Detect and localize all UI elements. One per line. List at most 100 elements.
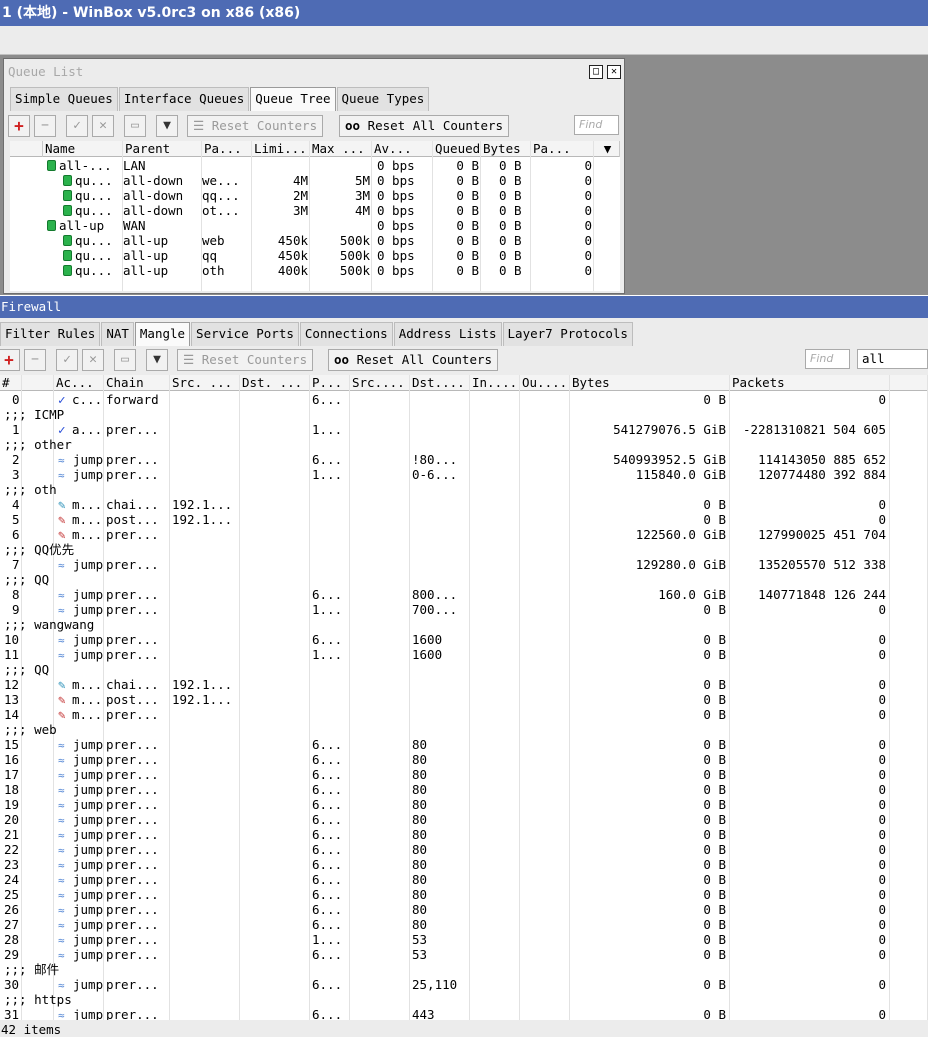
tab-queue-types[interactable]: Queue Types xyxy=(336,87,430,111)
comment-row[interactable]: ;;; 邮件 xyxy=(0,962,928,977)
table-row[interactable]: 26 ≈ jump prer... 6... 80 0 B 0 xyxy=(0,902,928,917)
table-row[interactable]: 28 ≈ jump prer... 1... 53 0 B 0 xyxy=(0,932,928,947)
chain-filter-select[interactable]: all xyxy=(857,349,928,369)
minus-icon[interactable]: − xyxy=(34,115,56,137)
column-header[interactable]: Ou.... xyxy=(520,375,570,391)
table-row[interactable]: qu... all-up web 450k 500k 0 bps 0 B 0 B 0 xyxy=(10,233,620,248)
filter-icon[interactable]: ▼ xyxy=(146,349,168,371)
table-row[interactable]: all-... LAN 0 bps 0 B 0 B 0 xyxy=(10,158,620,173)
tab-layer7-protocols[interactable]: Layer7 Protocols xyxy=(502,322,633,346)
minus-icon[interactable]: − xyxy=(24,349,46,371)
column-header[interactable]: Dst.... xyxy=(410,375,470,391)
queue-window-titlebar[interactable]: Queue List □ ✕ xyxy=(4,59,624,85)
note-icon[interactable]: ▭ xyxy=(124,115,146,137)
column-header[interactable]: Ac... xyxy=(54,375,104,391)
column-header[interactable]: Bytes xyxy=(481,141,531,157)
tab-nat[interactable]: NAT xyxy=(101,322,134,346)
comment-row[interactable]: ;;; QQ优先 xyxy=(0,542,928,557)
tab-filter-rules[interactable]: Filter Rules xyxy=(0,322,101,346)
table-row[interactable]: 15 ≈ jump prer... 6... 80 0 B 0 xyxy=(0,737,928,752)
table-row[interactable]: 29 ≈ jump prer... 6... 53 0 B 0 xyxy=(0,947,928,962)
reset-all-counters-button[interactable]: oo Reset All Counters xyxy=(328,349,499,371)
reset-counters-button[interactable]: ☰ Reset Counters xyxy=(187,115,324,137)
table-row[interactable]: qu... all-up oth 400k 500k 0 bps 0 B 0 B 0 xyxy=(10,263,620,278)
column-header[interactable]: Av... xyxy=(372,141,433,157)
note-icon[interactable]: ▭ xyxy=(114,349,136,371)
table-row[interactable]: 2 ≈ jump prer... 6... !80... 540993952.5 GiB 11… xyxy=(0,452,928,467)
firewall-titlebar[interactable]: Firewall xyxy=(0,296,928,318)
column-header[interactable]: In.... xyxy=(470,375,520,391)
comment-row[interactable]: ;;; https xyxy=(0,992,928,1007)
table-row[interactable]: qu... all-down ot... 3M 4M 0 bps 0 B 0 B 0 xyxy=(10,203,620,218)
column-header[interactable]: Src. ... xyxy=(170,375,240,391)
comment-row[interactable]: ;;; web xyxy=(0,722,928,737)
table-row[interactable]: 20 ≈ jump prer... 6... 80 0 B 0 xyxy=(0,812,928,827)
table-row[interactable]: 30 ≈ jump prer... 6... 25,110 0 B 0 xyxy=(0,977,928,992)
column-header[interactable]: Limi... xyxy=(252,141,310,157)
table-row[interactable]: 16 ≈ jump prer... 6... 80 0 B 0 xyxy=(0,752,928,767)
tab-simple-queues[interactable]: Simple Queues xyxy=(10,87,118,111)
close-icon[interactable]: ✕ xyxy=(607,65,621,79)
tab-queue-tree[interactable]: Queue Tree xyxy=(250,87,336,111)
table-row[interactable]: 12 ✎ m... chai... 192.1... 0 B 0 xyxy=(0,677,928,692)
queue-find-input[interactable]: Find xyxy=(574,115,619,135)
column-header[interactable]: Pa... xyxy=(531,141,594,157)
table-row[interactable]: qu... all-down we... 4M 5M 0 bps 0 B 0 B 0 xyxy=(10,173,620,188)
table-row[interactable]: 27 ≈ jump prer... 6... 80 0 B 0 xyxy=(0,917,928,932)
comment-row[interactable]: ;;; other xyxy=(0,437,928,452)
column-header[interactable]: P... xyxy=(310,375,350,391)
column-header[interactable]: Name xyxy=(43,141,123,157)
column-header[interactable]: Queued... xyxy=(433,141,481,157)
cross-icon[interactable]: ✕ xyxy=(82,349,104,371)
tab-mangle[interactable]: Mangle xyxy=(134,322,191,346)
table-row[interactable]: qu... all-up qq 450k 500k 0 bps 0 B 0 B 0 xyxy=(10,248,620,263)
tab-interface-queues[interactable]: Interface Queues xyxy=(118,87,250,111)
table-row[interactable]: 18 ≈ jump prer... 6... 80 0 B 0 xyxy=(0,782,928,797)
table-row[interactable]: 3 ≈ jump prer... 1... 0-6... 115840.0 GiB 12077… xyxy=(0,467,928,482)
table-row[interactable]: 23 ≈ jump prer... 6... 80 0 B 0 xyxy=(0,857,928,872)
column-header[interactable]: Max ... xyxy=(310,141,372,157)
table-row[interactable]: 6 ✎ m... prer... 122560.0 GiB 127990025 451 7… xyxy=(0,527,928,542)
tab-connections[interactable]: Connections xyxy=(299,322,393,346)
reset-counters-button[interactable]: ☰ Reset Counters xyxy=(177,349,314,371)
column-header[interactable]: Bytes xyxy=(570,375,730,391)
table-row[interactable]: 17 ≈ jump prer... 6... 80 0 B 0 xyxy=(0,767,928,782)
comment-row[interactable]: ;;; wangwang xyxy=(0,617,928,632)
table-row[interactable]: 19 ≈ jump prer... 6... 80 0 B 0 xyxy=(0,797,928,812)
table-row[interactable]: 22 ≈ jump prer... 6... 80 0 B 0 xyxy=(0,842,928,857)
column-header[interactable]: # xyxy=(0,375,22,391)
comment-row[interactable]: ;;; ICMP xyxy=(0,407,928,422)
comment-row[interactable]: ;;; oth xyxy=(0,482,928,497)
cross-icon[interactable]: ✕ xyxy=(92,115,114,137)
column-header[interactable]: Packets xyxy=(730,375,890,391)
table-row[interactable]: 21 ≈ jump prer... 6... 80 0 B 0 xyxy=(0,827,928,842)
plus-icon[interactable]: + xyxy=(8,115,30,137)
table-row[interactable]: 24 ≈ jump prer... 6... 80 0 B 0 xyxy=(0,872,928,887)
column-header[interactable]: Pa... xyxy=(202,141,252,157)
table-row[interactable]: 25 ≈ jump prer... 6... 80 0 B 0 xyxy=(0,887,928,902)
firewall-find-input[interactable]: Find xyxy=(805,349,850,369)
table-row[interactable]: 13 ✎ m... post... 192.1... 0 B 0 xyxy=(0,692,928,707)
column-menu-icon[interactable]: ▼ xyxy=(594,141,620,157)
column-header-blank[interactable] xyxy=(10,141,43,157)
table-row[interactable]: qu... all-down qq... 2M 3M 0 bps 0 B 0 B 0 xyxy=(10,188,620,203)
comment-row[interactable]: ;;; QQ xyxy=(0,662,928,677)
column-header[interactable]: Dst. ... xyxy=(240,375,310,391)
table-row[interactable]: all-up WAN 0 bps 0 B 0 B 0 xyxy=(10,218,620,233)
table-row[interactable]: 1 ✓ a... prer... 1... 541279076.5 GiB -2281310… xyxy=(0,422,928,437)
tab-address-lists[interactable]: Address Lists xyxy=(393,322,502,346)
plus-icon[interactable]: + xyxy=(0,349,20,371)
column-header[interactable]: Src.... xyxy=(350,375,410,391)
comment-row[interactable]: ;;; QQ xyxy=(0,572,928,587)
column-header[interactable]: Parent xyxy=(123,141,202,157)
table-row[interactable]: 14 ✎ m... prer... 0 B 0 xyxy=(0,707,928,722)
table-row[interactable]: 0 ✓ c... forward 6... 0 B 0 xyxy=(0,392,928,407)
tab-service-ports[interactable]: Service Ports xyxy=(191,322,299,346)
reset-all-counters-button[interactable]: oo Reset All Counters xyxy=(339,115,510,137)
table-row[interactable]: 5 ✎ m... post... 192.1... 0 B 0 xyxy=(0,512,928,527)
table-row[interactable]: 8 ≈ jump prer... 6... 800... 160.0 GiB 14077184… xyxy=(0,587,928,602)
maximize-icon[interactable]: □ xyxy=(589,65,603,79)
check-icon[interactable]: ✓ xyxy=(56,349,78,371)
check-icon[interactable]: ✓ xyxy=(66,115,88,137)
filter-icon[interactable]: ▼ xyxy=(156,115,178,137)
